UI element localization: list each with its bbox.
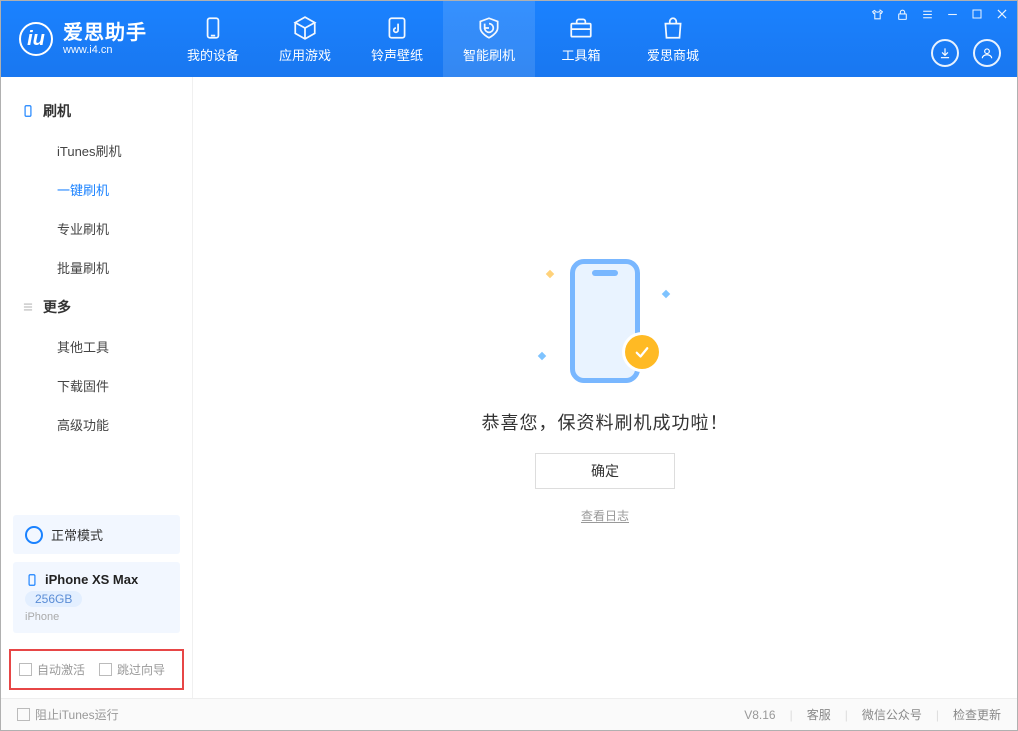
music-file-icon bbox=[384, 15, 410, 41]
device-type: iPhone bbox=[25, 611, 168, 623]
nav-label: 应用游戏 bbox=[279, 45, 331, 64]
menu-icon[interactable] bbox=[921, 8, 934, 21]
nav-label: 我的设备 bbox=[187, 45, 239, 64]
shield-refresh-icon bbox=[476, 15, 502, 41]
phone-icon bbox=[21, 104, 35, 118]
bag-icon bbox=[660, 15, 686, 41]
cube-icon bbox=[292, 15, 318, 41]
version-label: V8.16 bbox=[744, 708, 775, 722]
nav-smart-flash[interactable]: 智能刷机 bbox=[443, 1, 535, 77]
checkbox-label: 跳过向导 bbox=[117, 661, 165, 678]
account-button[interactable] bbox=[973, 39, 1001, 67]
checkbox-label: 自动激活 bbox=[37, 661, 85, 678]
nav-toolbox[interactable]: 工具箱 bbox=[535, 1, 627, 77]
nav-ringtones-wallpapers[interactable]: 铃声壁纸 bbox=[351, 1, 443, 77]
group-title: 更多 bbox=[43, 297, 71, 317]
download-icon bbox=[938, 46, 952, 60]
sidebar-item-oneclick-flash[interactable]: 一键刷机 bbox=[1, 170, 192, 209]
mode-label: 正常模式 bbox=[51, 525, 103, 544]
main-panel: 恭喜您，保资料刷机成功啦！ 确定 查看日志 bbox=[193, 77, 1017, 698]
nav-store[interactable]: 爱思商城 bbox=[627, 1, 719, 77]
list-icon bbox=[21, 300, 35, 314]
nav-label: 智能刷机 bbox=[463, 45, 515, 64]
statusbar: 阻止iTunes运行 V8.16 | 客服 | 微信公众号 | 检查更新 bbox=[1, 698, 1017, 730]
sidebar-group-flash: 刷机 bbox=[1, 91, 192, 131]
separator: | bbox=[845, 708, 848, 722]
ok-button[interactable]: 确定 bbox=[535, 453, 675, 489]
checkbox-icon bbox=[19, 663, 32, 676]
body: 刷机 iTunes刷机 一键刷机 专业刷机 批量刷机 更多 其他工具 下载固件 … bbox=[1, 77, 1017, 698]
sparkle-icon bbox=[662, 290, 670, 298]
mode-icon bbox=[25, 526, 43, 544]
logo-area: iu 爱思助手 www.i4.cn bbox=[1, 1, 167, 77]
app-window: iu 爱思助手 www.i4.cn 我的设备 应用游戏 铃声壁纸 智能刷机 bbox=[0, 0, 1018, 731]
window-controls bbox=[871, 7, 1009, 21]
device-name-row: iPhone XS Max bbox=[25, 572, 168, 587]
nav-label: 爱思商城 bbox=[647, 45, 699, 64]
nav-my-device[interactable]: 我的设备 bbox=[167, 1, 259, 77]
app-title: 爱思助手 bbox=[63, 22, 147, 44]
link-support[interactable]: 客服 bbox=[807, 706, 831, 723]
app-subtitle: www.i4.cn bbox=[63, 44, 147, 56]
link-check-update[interactable]: 检查更新 bbox=[953, 706, 1001, 723]
device-icon bbox=[200, 15, 226, 41]
sidebar-checks-highlight: 自动激活 跳过向导 bbox=[9, 649, 184, 690]
device-storage-badge: 256GB bbox=[25, 591, 82, 607]
sidebar-item-itunes-flash[interactable]: iTunes刷机 bbox=[1, 131, 192, 170]
checkbox-block-itunes[interactable]: 阻止iTunes运行 bbox=[17, 706, 119, 723]
download-button[interactable] bbox=[931, 39, 959, 67]
toolbox-icon bbox=[568, 15, 594, 41]
sidebar-item-download-firmware[interactable]: 下载固件 bbox=[1, 366, 192, 405]
logo-badge-icon: iu bbox=[19, 22, 53, 56]
nav-label: 铃声壁纸 bbox=[371, 45, 423, 64]
sparkle-icon bbox=[546, 270, 554, 278]
user-icon bbox=[980, 46, 994, 60]
tshirt-icon[interactable] bbox=[871, 8, 884, 21]
separator: | bbox=[936, 708, 939, 722]
view-log-link[interactable]: 查看日志 bbox=[581, 507, 629, 524]
maximize-icon[interactable] bbox=[971, 8, 983, 20]
checkbox-icon bbox=[99, 663, 112, 676]
checkbox-auto-activate[interactable]: 自动激活 bbox=[19, 661, 85, 678]
device-box[interactable]: iPhone XS Max 256GB iPhone bbox=[13, 562, 180, 633]
success-message: 恭喜您，保资料刷机成功啦！ bbox=[482, 409, 729, 435]
nav-apps-games[interactable]: 应用游戏 bbox=[259, 1, 351, 77]
sidebar-item-batch-flash[interactable]: 批量刷机 bbox=[1, 248, 192, 287]
sidebar-group-more: 更多 bbox=[1, 287, 192, 327]
group-title: 刷机 bbox=[43, 101, 71, 121]
sidebar-bottom-boxes: 正常模式 iPhone XS Max 256GB iPhone bbox=[1, 515, 192, 643]
separator: | bbox=[790, 708, 793, 722]
sidebar-item-pro-flash[interactable]: 专业刷机 bbox=[1, 209, 192, 248]
success-check-icon bbox=[625, 335, 659, 369]
checkbox-label: 阻止iTunes运行 bbox=[35, 706, 119, 723]
titlebar: iu 爱思助手 www.i4.cn 我的设备 应用游戏 铃声壁纸 智能刷机 bbox=[1, 1, 1017, 77]
sidebar: 刷机 iTunes刷机 一键刷机 专业刷机 批量刷机 更多 其他工具 下载固件 … bbox=[1, 77, 193, 698]
mode-box[interactable]: 正常模式 bbox=[13, 515, 180, 554]
logo-text: 爱思助手 www.i4.cn bbox=[63, 22, 147, 56]
close-icon[interactable] bbox=[995, 7, 1009, 21]
link-wechat[interactable]: 微信公众号 bbox=[862, 706, 922, 723]
checkbox-skip-guide[interactable]: 跳过向导 bbox=[99, 661, 165, 678]
minimize-icon[interactable] bbox=[946, 8, 959, 21]
lock-icon[interactable] bbox=[896, 8, 909, 21]
checkbox-icon bbox=[17, 708, 30, 721]
device-name: iPhone XS Max bbox=[45, 572, 138, 587]
statusbar-right: V8.16 | 客服 | 微信公众号 | 检查更新 bbox=[744, 706, 1001, 723]
sidebar-scroll: 刷机 iTunes刷机 一键刷机 专业刷机 批量刷机 更多 其他工具 下载固件 … bbox=[1, 77, 192, 515]
top-nav: 我的设备 应用游戏 铃声壁纸 智能刷机 工具箱 爱思商城 bbox=[167, 1, 719, 77]
phone-outline-icon bbox=[25, 573, 39, 587]
success-illustration bbox=[545, 251, 665, 391]
sidebar-item-other-tools[interactable]: 其他工具 bbox=[1, 327, 192, 366]
sidebar-item-advanced[interactable]: 高级功能 bbox=[1, 405, 192, 444]
nav-label: 工具箱 bbox=[561, 45, 600, 64]
sparkle-icon bbox=[538, 352, 546, 360]
titlebar-right-actions bbox=[931, 39, 1001, 67]
